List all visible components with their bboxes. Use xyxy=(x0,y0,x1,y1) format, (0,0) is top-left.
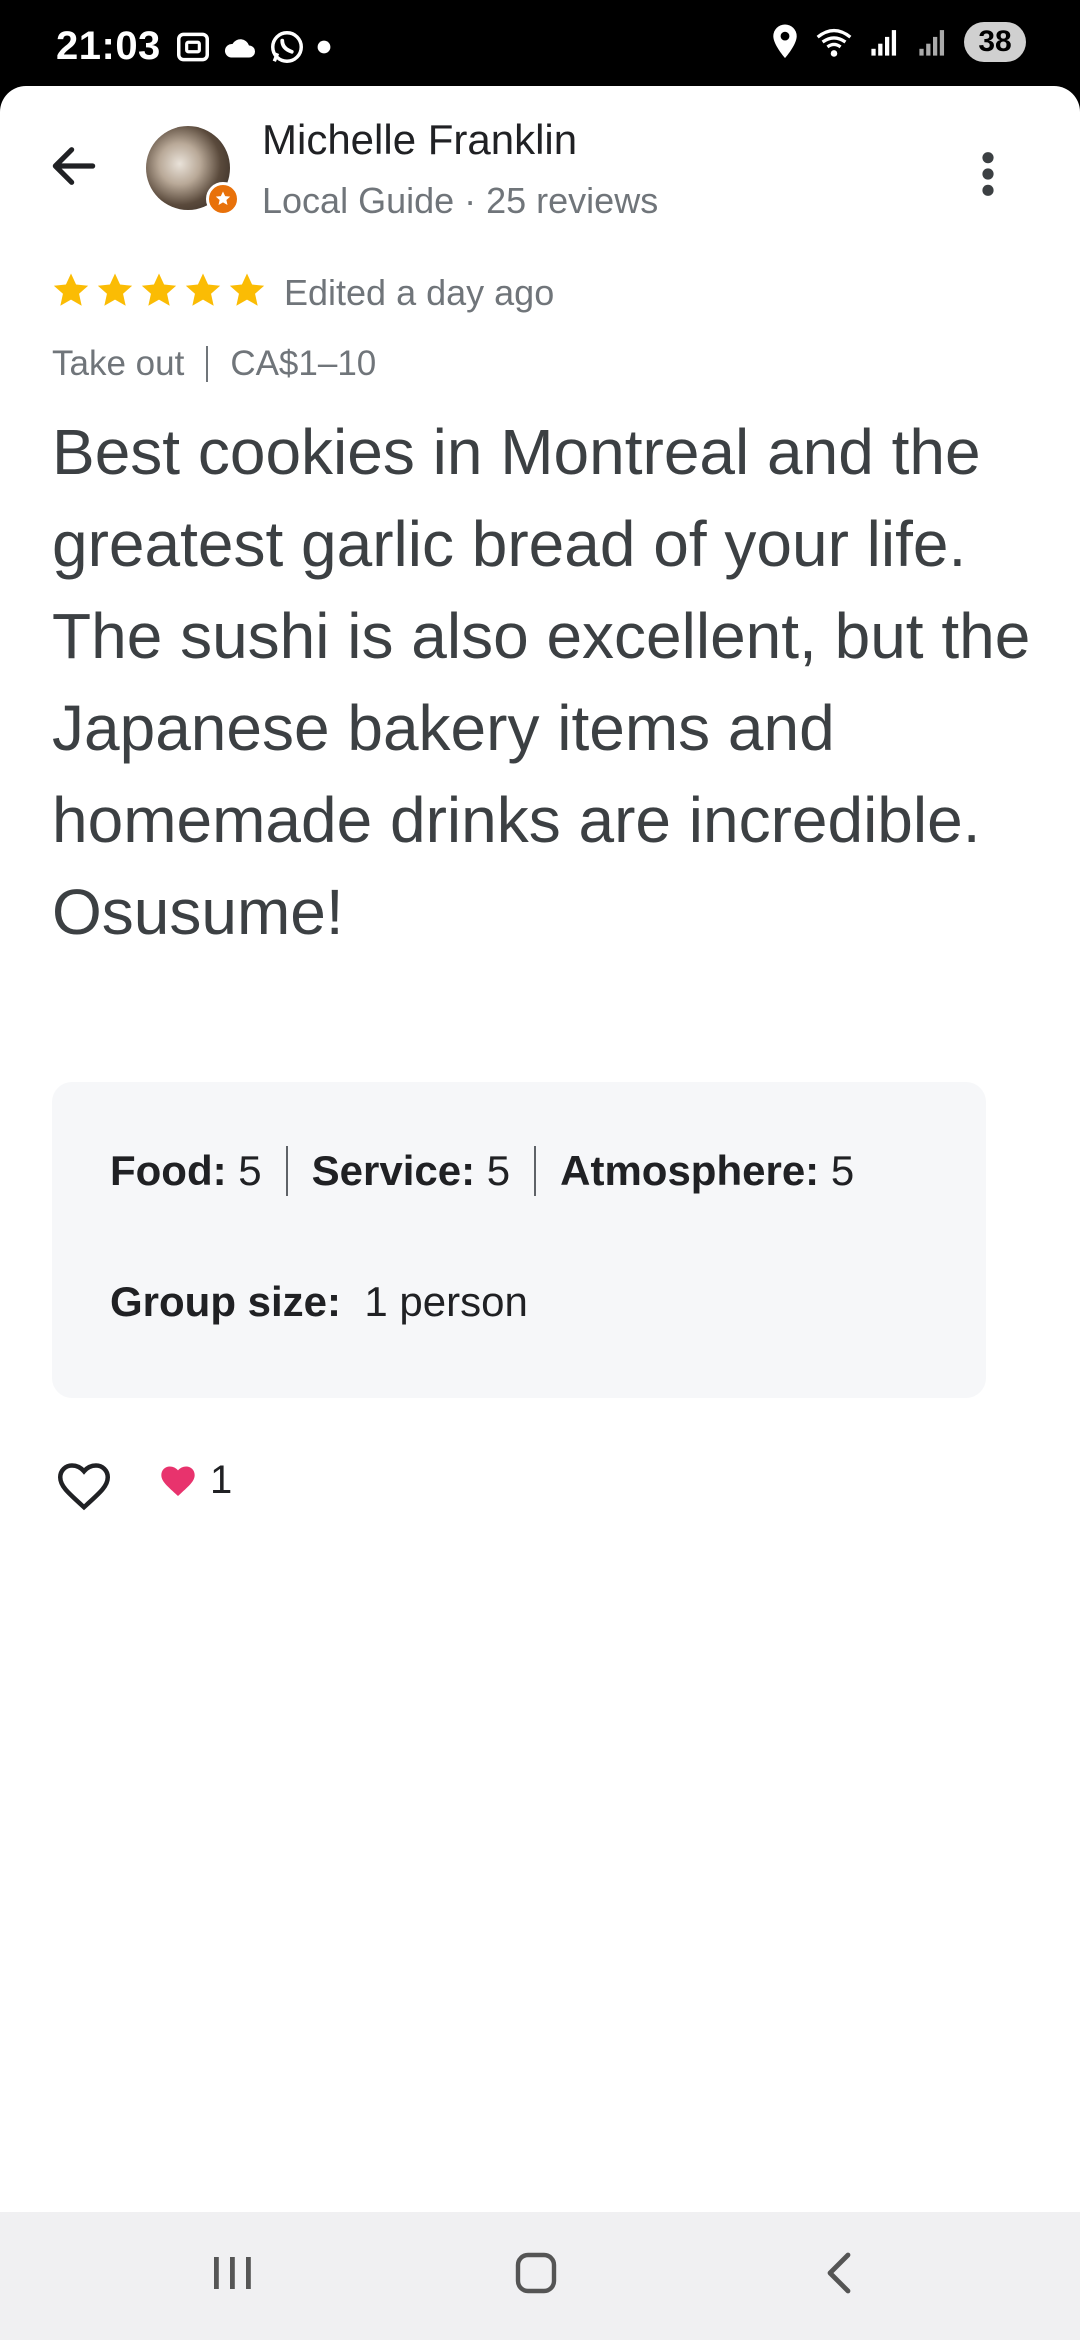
back-button[interactable] xyxy=(46,138,102,194)
star-icon xyxy=(97,273,133,306)
tag-service-type: Take out xyxy=(52,344,185,383)
heart-filled-icon xyxy=(161,1466,195,1496)
service-label: Service: xyxy=(311,1147,476,1194)
back-nav-button[interactable] xyxy=(820,2248,860,2303)
review-sheet: Michelle Franklin Local Guide · 25 revie… xyxy=(0,86,1080,2212)
service-value: 5 xyxy=(486,1147,511,1194)
edited-timestamp: Edited a day ago xyxy=(284,272,555,313)
status-bar: 21:03 38 xyxy=(0,0,1080,86)
recent-apps-button[interactable] xyxy=(210,2248,254,2303)
cloud-icon xyxy=(224,39,255,58)
reaction-count[interactable]: 1 xyxy=(158,1458,232,1503)
location-icon xyxy=(773,24,797,59)
arrow-back-icon xyxy=(52,147,96,185)
star-icon xyxy=(53,273,89,306)
review-text: Best cookies in Montreal and the greates… xyxy=(52,416,1031,948)
whatsapp-icon xyxy=(271,31,303,63)
dot-icon xyxy=(317,40,331,54)
local-guide-badge-icon xyxy=(206,182,240,216)
signal-icon-2 xyxy=(919,30,945,56)
tag-price: CA$1–10 xyxy=(230,344,377,383)
signal-icon xyxy=(871,30,897,56)
star-icon xyxy=(141,273,177,306)
ratings-box: Food: 5 Service: 5 Atmosphere: 5 Group s… xyxy=(52,1082,986,1398)
chevron-left-icon xyxy=(827,2252,851,2294)
user-name[interactable]: Michelle Franklin xyxy=(262,116,577,164)
atmosphere-label: Atmosphere: xyxy=(560,1147,820,1194)
group-size-value: 1 person xyxy=(364,1278,528,1325)
more-vert-icon xyxy=(982,152,994,196)
recent-apps-icon xyxy=(214,2257,251,2289)
star-icon xyxy=(185,273,221,306)
status-right-icons: 38 xyxy=(770,22,1026,62)
star-icon xyxy=(229,273,265,306)
user-meta: Local Guide · 25 reviews xyxy=(262,180,659,221)
like-count-value: 1 xyxy=(210,1458,233,1502)
review-tags: Take out CA$1–10 xyxy=(52,344,376,384)
system-nav-bar xyxy=(0,2212,1080,2340)
rating-divider xyxy=(285,1146,288,1196)
tag-divider xyxy=(206,346,209,382)
wifi-icon xyxy=(816,28,852,57)
star-rating xyxy=(50,270,270,312)
more-options-button[interactable] xyxy=(968,146,1008,202)
like-button[interactable] xyxy=(54,1456,114,1516)
food-label: Food: xyxy=(110,1147,227,1194)
group-size-label: Group size: xyxy=(110,1278,342,1325)
home-icon xyxy=(515,2252,557,2294)
status-time: 21:03 xyxy=(56,24,161,68)
atmosphere-value: 5 xyxy=(830,1147,855,1194)
status-left-icons xyxy=(174,28,332,66)
group-size-line: Group size: 1 person xyxy=(110,1278,528,1326)
food-value: 5 xyxy=(238,1147,262,1194)
battery-indicator: 38 xyxy=(964,22,1026,62)
rating-divider xyxy=(534,1146,537,1196)
ratings-line: Food: 5 Service: 5 Atmosphere: 5 xyxy=(110,1146,854,1196)
home-button[interactable] xyxy=(512,2248,560,2303)
heart-outline-icon xyxy=(57,1463,111,1511)
screenshot-icon xyxy=(177,32,209,62)
